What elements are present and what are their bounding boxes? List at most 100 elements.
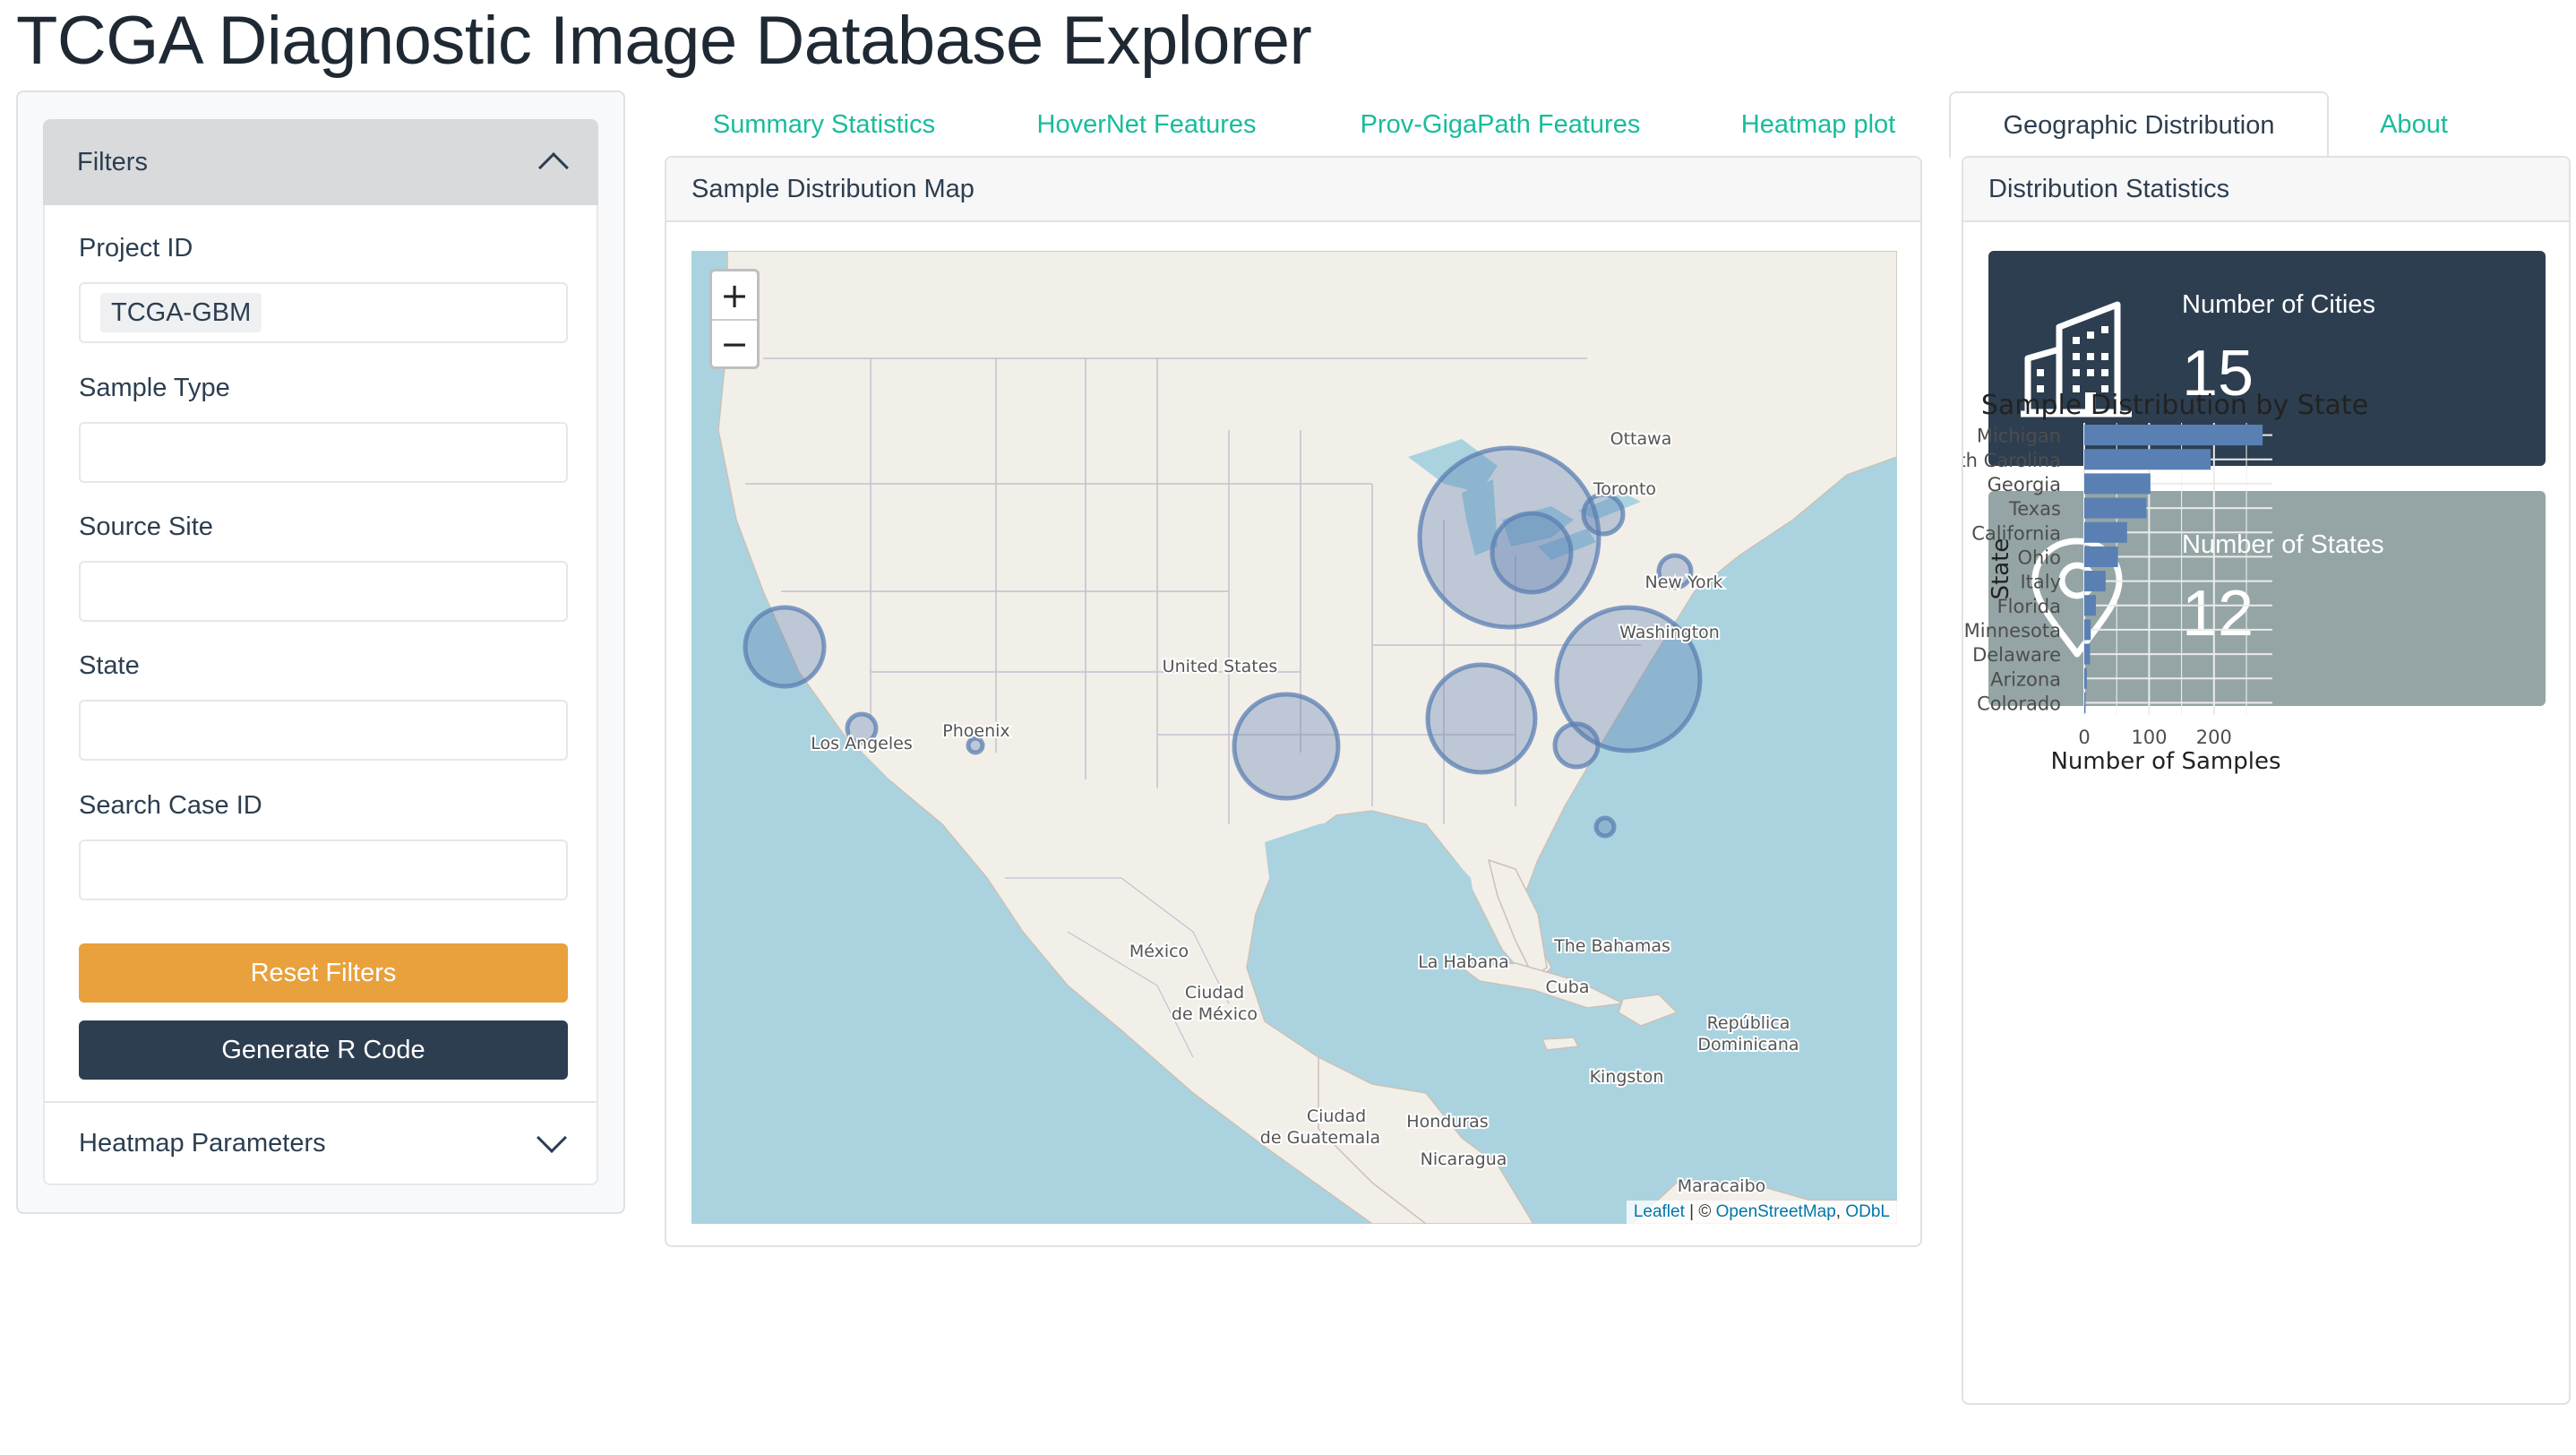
label-ciudad-2: de México <box>1172 1004 1258 1024</box>
filters-accordion-body: Project ID TCGA-GBM Sample Type Source S… <box>43 205 598 1101</box>
label-cuba: Cuba <box>1545 977 1589 997</box>
y-axis-label: State <box>1988 538 2014 600</box>
tab-summary-statistics[interactable]: Summary Statistics <box>681 91 967 158</box>
x-tick-label: 100 <box>2131 727 2167 748</box>
bar-florida <box>2084 595 2097 616</box>
map-card: Sample Distribution Map Ottawa Toronto N… <box>665 156 1922 1247</box>
y-tick-label: Delaware <box>1972 644 2061 666</box>
bar-georgia <box>2084 473 2151 495</box>
y-tick-label: Texas <box>2008 498 2061 520</box>
attribution-sep: | © <box>1684 1202 1716 1221</box>
label-washington: Washington <box>1619 623 1720 642</box>
source-site-label: Source Site <box>79 512 213 541</box>
state-label: State <box>79 651 140 680</box>
label-toronto: Toronto <box>1593 479 1656 499</box>
heatmap-params-label: Heatmap Parameters <box>79 1128 326 1158</box>
marker-layer: Ottawa Toronto New York Washington United St… <box>743 427 1801 1198</box>
chevron-up-icon <box>538 152 569 183</box>
label-kingston: Kingston <box>1590 1067 1664 1087</box>
marker-ohio <box>1490 511 1574 595</box>
label-ottawa: Ottawa <box>1610 429 1672 449</box>
label-los-angeles: Los Angeles <box>811 734 912 753</box>
x-axis-label: Number of Samples <box>2050 748 2280 775</box>
x-tick-label: 200 <box>2196 727 2232 748</box>
label-honduras: Honduras <box>1406 1112 1488 1132</box>
search-case-label: Search Case ID <box>79 791 262 820</box>
label-new-york: New York <box>1644 573 1722 592</box>
bar-michigan <box>2084 425 2263 446</box>
bar-italy <box>2084 571 2106 592</box>
map-card-title: Sample Distribution Map <box>666 158 1920 222</box>
source-site-select[interactable] <box>79 561 568 622</box>
bar-delaware <box>2084 643 2091 665</box>
map-attribution: Leaflet | © OpenStreetMap, ODbL <box>1626 1201 1897 1224</box>
label-rep-1: República <box>1707 1013 1790 1033</box>
leaflet-map[interactable]: Ottawa Toronto New York Washington United St… <box>691 251 1897 1224</box>
filters-header-label: Filters <box>77 147 148 176</box>
label-guat-2: de Guatemala <box>1260 1128 1380 1148</box>
y-tick-label: Georgia <box>1988 474 2061 495</box>
distribution-stats-card: Distribution Statistics Number of Cities… <box>1962 156 2571 1405</box>
label-phoenix: Phoenix <box>942 721 1009 741</box>
label-guat-1: Ciudad <box>1307 1106 1366 1126</box>
state-select[interactable] <box>79 700 568 761</box>
bar-ohio <box>2084 546 2118 567</box>
marker-florida-south <box>1593 815 1617 839</box>
app-title: TCGA Diagnostic Image Database Explorer <box>16 3 1312 79</box>
y-tick-label: Arizona <box>1990 668 2061 690</box>
label-nicaragua: Nicaragua <box>1421 1149 1507 1169</box>
y-tick-label: Minnesota <box>1964 620 2061 641</box>
label-rep-2: Dominicana <box>1697 1035 1799 1055</box>
label-bahamas: The Bahamas <box>1553 936 1670 956</box>
zoom-control: + − <box>709 269 760 369</box>
bar-california <box>2084 521 2127 543</box>
bar-north-carolina <box>2084 449 2211 470</box>
bar-arizona <box>2084 667 2087 689</box>
sidebar-panel: Filters Project ID TCGA-GBM Sample Type … <box>16 90 625 1214</box>
label-ciudad-1: Ciudad <box>1185 983 1244 1003</box>
project-id-select[interactable]: TCGA-GBM <box>79 282 568 343</box>
y-tick-label: Michigan <box>1977 426 2061 447</box>
bar-colorado <box>2084 692 2086 713</box>
y-tick-label: Colorado <box>1977 693 2061 714</box>
y-tick-label: California <box>1971 522 2061 544</box>
tab-hovernet-features[interactable]: HoverNet Features <box>1003 91 1290 158</box>
chart-title: Sample Distribution by State <box>1981 390 2368 421</box>
y-tick-label: Ohio <box>2017 547 2061 568</box>
y-tick-label: Italy <box>2020 572 2061 593</box>
chevron-down-icon <box>537 1123 567 1153</box>
generate-r-code-button[interactable]: Generate R Code <box>79 1020 568 1080</box>
marker-texas <box>1232 692 1341 801</box>
project-id-chip[interactable]: TCGA-GBM <box>100 293 262 332</box>
marker-florida-north <box>1552 721 1601 770</box>
marker-california-north <box>743 605 827 689</box>
reset-filters-button[interactable]: Reset Filters <box>79 943 568 1003</box>
sample-type-select[interactable] <box>79 422 568 483</box>
odbl-link[interactable]: ODbL <box>1845 1202 1890 1221</box>
marker-ontario <box>1581 492 1626 537</box>
osm-link[interactable]: OpenStreetMap <box>1716 1202 1836 1221</box>
heatmap-params-accordion-header[interactable]: Heatmap Parameters <box>43 1101 598 1185</box>
tab-prov-gigapath-features[interactable]: Prov-GigaPath Features <box>1335 91 1666 158</box>
filters-accordion-header[interactable]: Filters <box>43 119 598 205</box>
y-tick-label: North Carolina <box>1963 450 2061 471</box>
sample-type-label: Sample Type <box>79 374 230 402</box>
attribution-comma: , <box>1835 1202 1846 1221</box>
x-tick-label: 0 <box>2078 727 2090 748</box>
bar-minnesota <box>2084 619 2091 641</box>
tab-about[interactable]: About <box>2356 91 2472 158</box>
label-maracaibo: Maracaibo <box>1678 1176 1766 1196</box>
leaflet-link[interactable]: Leaflet <box>1634 1202 1685 1221</box>
zoom-in-button[interactable]: + <box>712 271 757 319</box>
tab-heatmap-plot[interactable]: Heatmap plot <box>1711 91 1926 158</box>
search-case-input[interactable] <box>79 839 568 900</box>
bar-texas <box>2084 497 2147 519</box>
tab-geographic-distribution[interactable]: Geographic Distribution <box>1949 91 2329 158</box>
project-id-label: Project ID <box>79 234 193 263</box>
state-bar-chart: Sample Distribution by State Michigan Nort… <box>1963 390 2368 775</box>
label-mexico: México <box>1129 942 1189 961</box>
marker-georgia <box>1425 662 1538 775</box>
label-united-states: United States <box>1163 657 1278 676</box>
label-la-habana: La Habana <box>1418 952 1509 972</box>
zoom-out-button[interactable]: − <box>712 319 757 366</box>
